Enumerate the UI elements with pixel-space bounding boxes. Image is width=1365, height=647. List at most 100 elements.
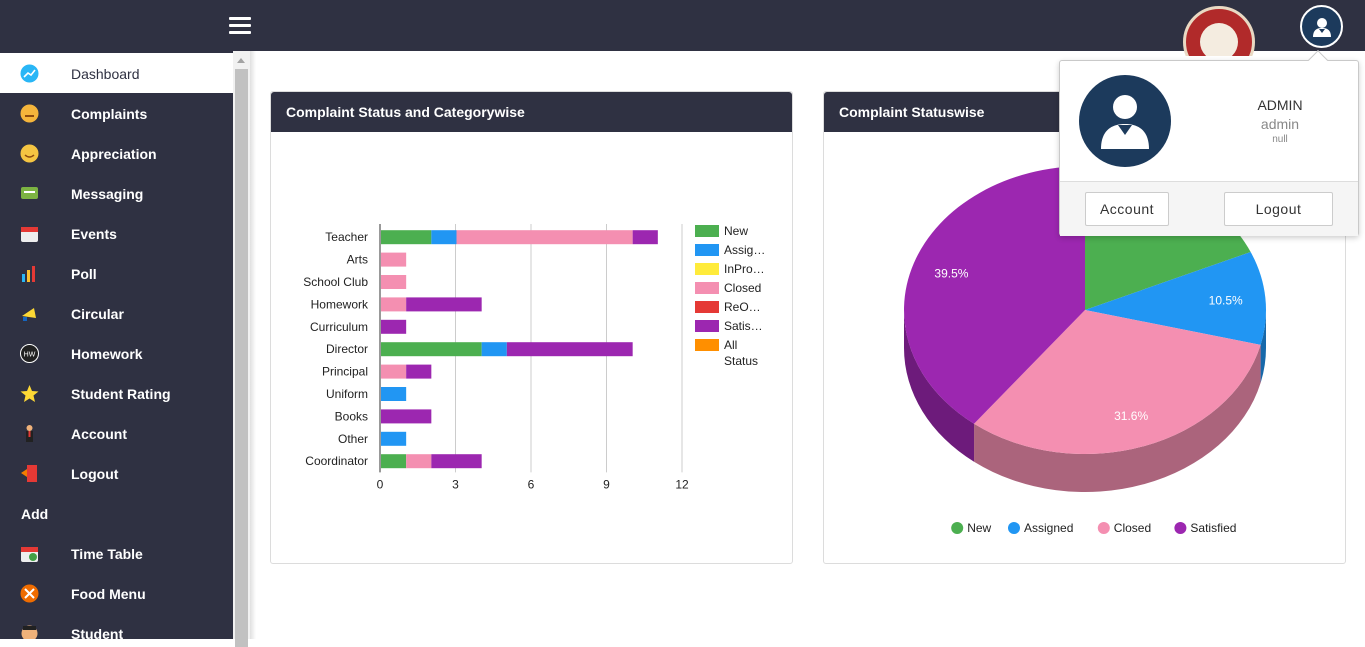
sidebar-item-events[interactable]: Events [0, 213, 233, 253]
legend-swatch [1097, 522, 1110, 534]
legend-label: Satisfied [1190, 521, 1236, 535]
bar-segment [456, 230, 633, 245]
bar-segment [481, 342, 507, 357]
bar-segment [381, 230, 432, 245]
sidebar-item-account[interactable]: Account [0, 413, 233, 453]
megaphone-icon [20, 304, 39, 323]
sidebar-scrollbar[interactable] [233, 51, 250, 647]
smiley-face-icon [20, 144, 39, 163]
sidebar-item-complaints[interactable]: Complaints [0, 93, 233, 133]
y-tick-label: Principal [322, 365, 368, 379]
sidebar-item-label: Dashboard [71, 66, 140, 82]
legend-label: ReO… [724, 300, 761, 314]
fork-knife-icon [20, 584, 39, 603]
bar-segment [506, 342, 633, 357]
sidebar-item-label: Food Menu [71, 586, 146, 602]
user-profile-button[interactable] [1300, 5, 1343, 48]
y-tick-label: Uniform [326, 387, 368, 401]
legend-label: Status [724, 354, 758, 368]
sidebar-item-label: Appreciation [71, 146, 157, 162]
user-display-name: ADMIN [1257, 97, 1303, 113]
pie-value-label: 39.5% [934, 267, 968, 281]
legend-label: New [967, 521, 991, 535]
bar-segment [431, 454, 482, 469]
legend-swatch [695, 225, 719, 237]
sidebar-item-student-rating[interactable]: Student Rating [0, 373, 233, 413]
sidebar-item-label: Logout [71, 466, 119, 482]
legend-swatch [1008, 522, 1020, 534]
legend-swatch [1174, 522, 1187, 534]
account-button[interactable]: Account [1085, 192, 1169, 226]
legend-label: Closed [1114, 521, 1151, 535]
legend-label: Assig… [724, 243, 765, 257]
y-tick-label: Other [338, 432, 368, 446]
star-icon [20, 384, 39, 403]
user-popup: ADMIN admin null Account Logout [1059, 50, 1359, 236]
bar-segment [381, 431, 407, 446]
bar-segment [431, 230, 457, 245]
y-tick-label: Curriculum [310, 320, 368, 334]
bar-segment [406, 454, 432, 469]
bar-segment [381, 387, 407, 401]
legend-swatch [695, 263, 719, 275]
student-icon [20, 624, 39, 639]
legend-swatch [695, 320, 719, 332]
bar-segment [381, 409, 432, 424]
complaint-category-card: Complaint Status and Categorywise 0 3 6 9 12… [270, 91, 793, 564]
popup-footer: Account Logout [1060, 181, 1358, 236]
sidebar-item-messaging[interactable]: Messaging [0, 173, 233, 213]
sidebar-item-dashboard[interactable]: Dashboard [0, 53, 233, 93]
y-tick-label: Arts [347, 253, 368, 267]
legend-label: InPro… [724, 262, 765, 276]
bar-segment [381, 275, 407, 289]
sidebar-item-logout[interactable]: Logout [0, 453, 233, 493]
avatar [1079, 75, 1171, 167]
bar-segment [381, 342, 482, 357]
legend-swatch [695, 339, 719, 351]
x-tick-label: 6 [528, 477, 535, 491]
angry-face-icon [20, 104, 39, 123]
bar-segment [381, 364, 407, 379]
sidebar-item-label: Student Rating [71, 386, 171, 402]
user-username: admin [1260, 116, 1300, 132]
sidebar-item-label: Messaging [71, 186, 144, 202]
logout-button[interactable]: Logout [1224, 192, 1333, 226]
calendar-icon [20, 224, 39, 243]
x-tick-label: 3 [452, 477, 459, 491]
sidebar-item-label: Complaints [71, 106, 148, 122]
sidebar-item-time-table[interactable]: Time Table [0, 533, 233, 573]
chart-line-icon [20, 64, 39, 83]
legend-swatch [695, 244, 719, 256]
pie-value-label: 31.6% [1114, 409, 1148, 423]
bar-segment [381, 319, 407, 334]
category-bar-chart: 0 3 6 9 12 Teacher Arts School Club Homework Curr… [303, 224, 765, 491]
x-tick-label: 0 [377, 477, 384, 491]
bar-chart-icon [20, 264, 39, 283]
sidebar-item-circular[interactable]: Circular [0, 293, 233, 333]
pie-value-label: 10.5% [1209, 293, 1243, 307]
y-tick-label: Coordinator [305, 454, 368, 468]
sidebar-item-student[interactable]: Student [0, 613, 233, 639]
sidebar-item-label: Events [71, 226, 117, 242]
bar-segment [406, 297, 482, 312]
menu-toggle-icon[interactable] [229, 17, 251, 35]
sidebar-item-food-menu[interactable]: Food Menu [0, 573, 233, 613]
bar-segment [381, 454, 407, 469]
legend-swatch [695, 301, 719, 313]
sidebar-item-homework[interactable]: HW Homework [0, 333, 233, 373]
user-icon [1312, 17, 1331, 37]
x-tick-label: 12 [675, 477, 689, 491]
y-tick-label: Director [326, 342, 368, 356]
sidebar-item-appreciation[interactable]: Appreciation [0, 133, 233, 173]
sidebar-item-label: Homework [71, 346, 143, 362]
bar-segment [381, 252, 407, 267]
calendar-clock-icon [20, 544, 39, 563]
card-title: Complaint Status and Categorywise [271, 92, 792, 132]
x-tick-label: 9 [603, 477, 610, 491]
y-tick-label: Teacher [325, 230, 368, 244]
chat-bubble-icon [20, 184, 39, 203]
sidebar-item-poll[interactable]: Poll [0, 253, 233, 293]
bar-segment [381, 297, 407, 312]
legend-label: Satis… [724, 319, 763, 333]
y-tick-label: Books [335, 409, 368, 423]
